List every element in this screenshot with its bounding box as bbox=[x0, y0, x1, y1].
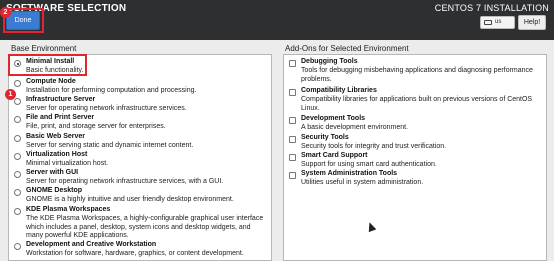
option-name: Compute Node bbox=[26, 78, 76, 85]
option-description: A basic development environment. bbox=[301, 124, 409, 131]
option-description: Security tools for integrity and trust v… bbox=[301, 143, 447, 150]
option-description: GNOME is a highly intuitive and user fri… bbox=[26, 196, 234, 203]
option-description: The KDE Plasma Workspaces, a highly-conf… bbox=[26, 215, 264, 239]
option-description: Compatibility libraries for applications… bbox=[301, 96, 533, 112]
step-badge-1: 1 bbox=[5, 89, 16, 100]
option-name: Server with GUI bbox=[26, 169, 79, 176]
option-description: Minimal virtualization host. bbox=[26, 160, 109, 167]
option-name: Compatibility Libraries bbox=[301, 87, 377, 94]
option-name: Development Tools bbox=[301, 115, 366, 122]
option-name: KDE Plasma Workspaces bbox=[26, 206, 111, 213]
option-name: Debugging Tools bbox=[301, 58, 358, 65]
base-environment-title: Base Environment bbox=[11, 44, 77, 53]
radio-button[interactable] bbox=[14, 153, 21, 160]
checkbox[interactable] bbox=[289, 117, 296, 124]
option-description: Support for using smart card authenticat… bbox=[301, 161, 437, 168]
addons-list: Debugging Tools Tools for debugging misb… bbox=[283, 54, 547, 261]
option-name: Infrastructure Server bbox=[26, 96, 96, 103]
radio-button[interactable] bbox=[14, 135, 21, 142]
option-name: Smart Card Support bbox=[301, 152, 368, 159]
radio-button[interactable] bbox=[14, 80, 21, 87]
option-description: Server for serving static and dynamic in… bbox=[26, 142, 194, 149]
option-name: Basic Web Server bbox=[26, 133, 86, 140]
radio-button[interactable] bbox=[14, 171, 21, 178]
addons-title: Add-Ons for Selected Environment bbox=[285, 44, 409, 53]
option-name: GNOME Desktop bbox=[26, 187, 83, 194]
option-name: Security Tools bbox=[301, 134, 349, 141]
option-description: Utilities useful in system administratio… bbox=[301, 179, 424, 186]
radio-button[interactable] bbox=[14, 116, 21, 123]
radio-button[interactable] bbox=[14, 189, 21, 196]
help-button[interactable]: Help! bbox=[518, 15, 546, 30]
content-area: Base Environment Add-Ons for Selected En… bbox=[0, 40, 554, 261]
keyboard-icon bbox=[484, 20, 492, 25]
option-description: Installation for performing computation … bbox=[26, 87, 197, 94]
keyboard-layout-label: us bbox=[495, 19, 502, 25]
install-title: CENTOS 7 INSTALLATION bbox=[434, 3, 549, 13]
option-description: Server for operating network infrastruct… bbox=[26, 105, 187, 112]
checkbox[interactable] bbox=[289, 60, 296, 67]
keyboard-layout-indicator[interactable]: us bbox=[480, 16, 515, 29]
option-name: Virtualization Host bbox=[26, 151, 88, 158]
radio-button[interactable] bbox=[14, 243, 21, 250]
checkbox[interactable] bbox=[289, 154, 296, 161]
radio-button[interactable] bbox=[14, 98, 21, 105]
step-badge-2: 2 bbox=[0, 7, 11, 18]
minimal-install-highlight-box bbox=[8, 54, 87, 76]
option-description: Server for operating network infrastruct… bbox=[26, 178, 224, 185]
option-description: Tools for debugging misbehaving applicat… bbox=[301, 67, 533, 83]
checkbox[interactable] bbox=[289, 172, 296, 179]
option-name: Development and Creative Workstation bbox=[26, 241, 157, 248]
option-description: Workstation for software, hardware, grap… bbox=[26, 250, 244, 257]
base-environment-list: Minimal Install Basic functionality. Com… bbox=[8, 54, 272, 261]
option-description: File, print, and storage server for ente… bbox=[26, 123, 166, 130]
checkbox[interactable] bbox=[289, 89, 296, 96]
option-name: File and Print Server bbox=[26, 114, 95, 121]
checkbox[interactable] bbox=[289, 136, 296, 143]
option-name: System Administration Tools bbox=[301, 170, 398, 177]
header-bar: SOFTWARE SELECTION Done 2 CENTOS 7 INSTA… bbox=[0, 0, 554, 40]
radio-button[interactable] bbox=[14, 208, 21, 215]
